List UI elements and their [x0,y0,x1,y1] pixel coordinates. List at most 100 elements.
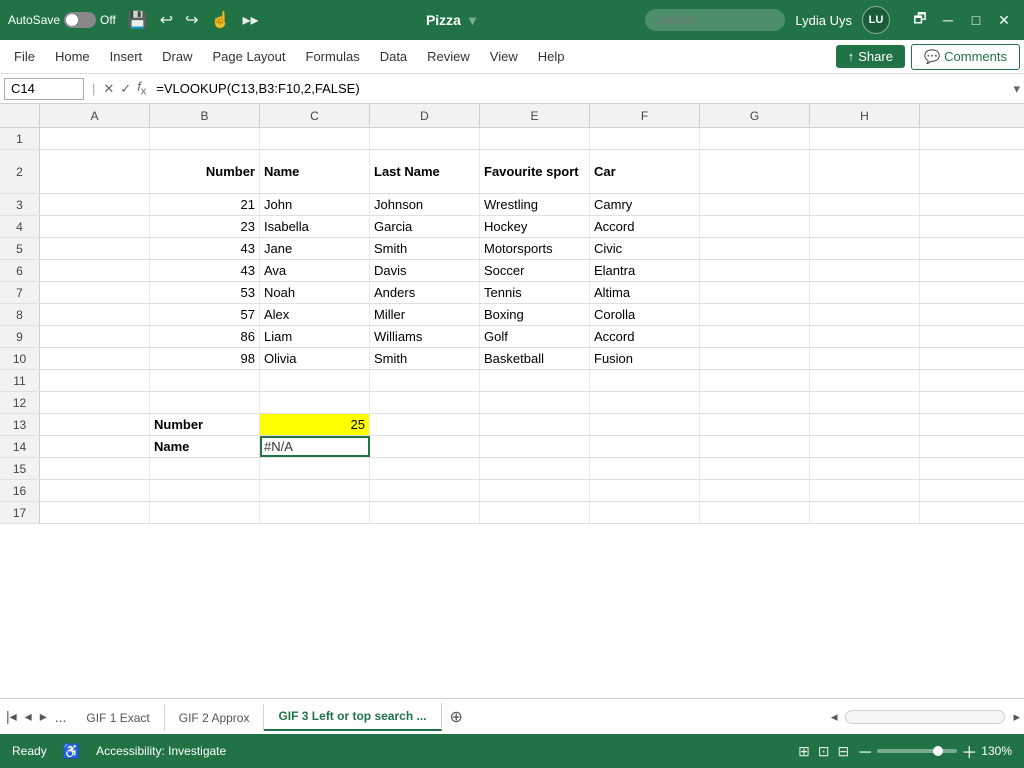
cell-g5[interactable] [700,238,810,259]
cell-b2[interactable]: Number [150,150,260,193]
close-button[interactable]: ✕ [992,8,1016,32]
cell-f16[interactable] [590,480,700,501]
cell-e6[interactable]: Soccer [480,260,590,281]
cell-d14[interactable] [370,436,480,457]
row-number[interactable]: 13 [0,414,40,435]
cell-f7[interactable]: Altima [590,282,700,303]
cell-b1[interactable] [150,128,260,149]
cell-h14[interactable] [810,436,920,457]
row-number[interactable]: 9 [0,326,40,347]
cell-a3[interactable] [40,194,150,215]
h-scroll-left-icon[interactable]: ◂ [827,709,842,725]
col-header-g[interactable]: G [700,104,810,127]
cell-b9[interactable]: 86 [150,326,260,347]
cell-h13[interactable] [810,414,920,435]
cell-h5[interactable] [810,238,920,259]
cell-h16[interactable] [810,480,920,501]
cell-f6[interactable]: Elantra [590,260,700,281]
cell-e17[interactable] [480,502,590,523]
cell-g12[interactable] [700,392,810,413]
cell-b10[interactable]: 98 [150,348,260,369]
col-header-e[interactable]: E [480,104,590,127]
cell-e8[interactable]: Boxing [480,304,590,325]
cell-h12[interactable] [810,392,920,413]
cell-c7[interactable]: Noah [260,282,370,303]
cell-b6[interactable]: 43 [150,260,260,281]
menu-review[interactable]: Review [417,45,480,68]
cell-d1[interactable] [370,128,480,149]
cell-f3[interactable]: Camry [590,194,700,215]
cell-h4[interactable] [810,216,920,237]
sheet-tab-gif3[interactable]: GIF 3 Left or top search ... [264,702,441,731]
touch-icon[interactable]: ☝ [211,10,231,30]
cell-g17[interactable] [700,502,810,523]
cell-a7[interactable] [40,282,150,303]
menu-formulas[interactable]: Formulas [296,45,370,68]
cell-d16[interactable] [370,480,480,501]
cell-g10[interactable] [700,348,810,369]
cell-c15[interactable] [260,458,370,479]
menu-home[interactable]: Home [45,45,100,68]
normal-view-icon[interactable]: ⊞ [798,743,810,760]
cell-e2[interactable]: Favourite sport [480,150,590,193]
cell-a9[interactable] [40,326,150,347]
menu-file[interactable]: File [4,45,45,68]
formula-input[interactable] [150,79,1009,98]
cell-a14[interactable] [40,436,150,457]
row-number[interactable]: 3 [0,194,40,215]
cell-h11[interactable] [810,370,920,391]
avatar[interactable]: LU [862,6,890,34]
cell-h15[interactable] [810,458,920,479]
cell-e15[interactable] [480,458,590,479]
cell-c2[interactable]: Name [260,150,370,193]
cell-c16[interactable] [260,480,370,501]
page-break-icon[interactable]: ⊟ [838,743,850,760]
maximize-button[interactable]: □ [964,8,988,32]
accessibility-label[interactable]: Accessibility: Investigate [96,744,226,758]
cell-c12[interactable] [260,392,370,413]
cell-b11[interactable] [150,370,260,391]
menu-help[interactable]: Help [528,45,575,68]
cell-b12[interactable] [150,392,260,413]
cell-d2[interactable]: Last Name [370,150,480,193]
cell-b13[interactable]: Number [150,414,260,435]
cell-b17[interactable] [150,502,260,523]
cell-a10[interactable] [40,348,150,369]
cell-g4[interactable] [700,216,810,237]
cell-d15[interactable] [370,458,480,479]
cell-h1[interactable] [810,128,920,149]
cell-a5[interactable] [40,238,150,259]
col-header-a[interactable]: A [40,104,150,127]
cell-d3[interactable]: Johnson [370,194,480,215]
cell-g11[interactable] [700,370,810,391]
row-number[interactable]: 1 [0,128,40,149]
cell-reference-box[interactable]: C14 [4,78,84,100]
cell-f1[interactable] [590,128,700,149]
cell-d10[interactable]: Smith [370,348,480,369]
cell-d4[interactable]: Garcia [370,216,480,237]
row-number[interactable]: 4 [0,216,40,237]
cell-a2[interactable] [40,150,150,193]
cell-c4[interactable]: Isabella [260,216,370,237]
cell-a13[interactable] [40,414,150,435]
share-button[interactable]: ↑ Share [836,45,905,68]
cell-f12[interactable] [590,392,700,413]
cancel-formula-icon[interactable]: ✕ [103,81,114,97]
cell-a15[interactable] [40,458,150,479]
row-number[interactable]: 8 [0,304,40,325]
autosave-toggle[interactable] [64,12,96,28]
confirm-formula-icon[interactable]: ✓ [120,81,131,97]
cell-c10[interactable]: Olivia [260,348,370,369]
row-number[interactable]: 2 [0,150,40,193]
sheet-tab-gif1[interactable]: GIF 1 Exact [72,704,164,731]
cell-h7[interactable] [810,282,920,303]
menu-page-layout[interactable]: Page Layout [203,45,296,68]
row-number[interactable]: 17 [0,502,40,523]
cell-h10[interactable] [810,348,920,369]
menu-insert[interactable]: Insert [100,45,153,68]
cell-f13[interactable] [590,414,700,435]
cell-g2[interactable] [700,150,810,193]
cell-e5[interactable]: Motorsports [480,238,590,259]
cell-g8[interactable] [700,304,810,325]
cell-e1[interactable] [480,128,590,149]
